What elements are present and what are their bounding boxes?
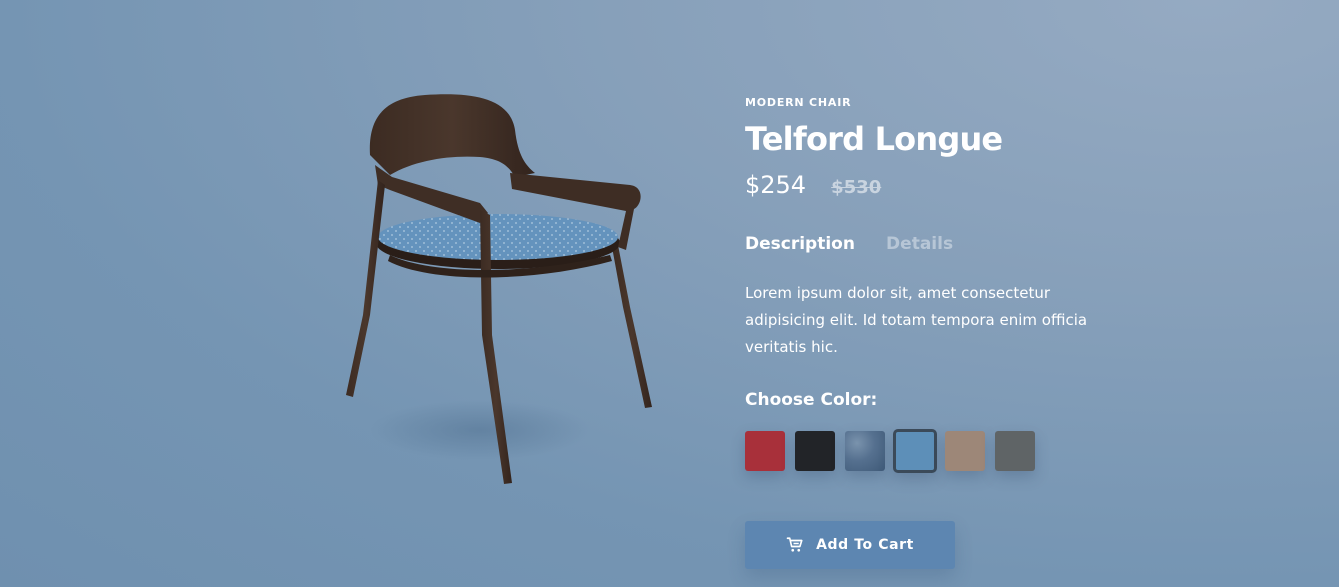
product-description: Lorem ipsum dolor sit, amet consectetur … [745,284,1088,356]
product-tabs: Description Details [745,234,979,254]
swatch-denim[interactable] [845,431,885,471]
add-to-cart-button[interactable]: Add To Cart [745,521,955,569]
color-swatches [745,429,1065,474]
tab-details[interactable]: Details [886,234,953,254]
swatch-red[interactable] [745,431,785,471]
add-to-cart-label: Add To Cart [816,537,914,553]
swatch-black[interactable] [795,431,835,471]
color-picker-label: Choose Color: [745,390,878,410]
swatch-blue-selected[interactable] [893,429,937,473]
original-price: $530 [831,177,882,198]
cart-icon [786,536,804,554]
swatch-beige[interactable] [945,431,985,471]
current-price: $254 [745,171,807,199]
product-category: MODERN CHAIR [745,96,852,109]
tab-description[interactable]: Description [745,234,855,254]
product-image [330,85,670,495]
price-row: $254 $530 [745,171,881,199]
product-title: Telford Longue [745,120,1003,158]
swatch-grey[interactable] [995,431,1035,471]
